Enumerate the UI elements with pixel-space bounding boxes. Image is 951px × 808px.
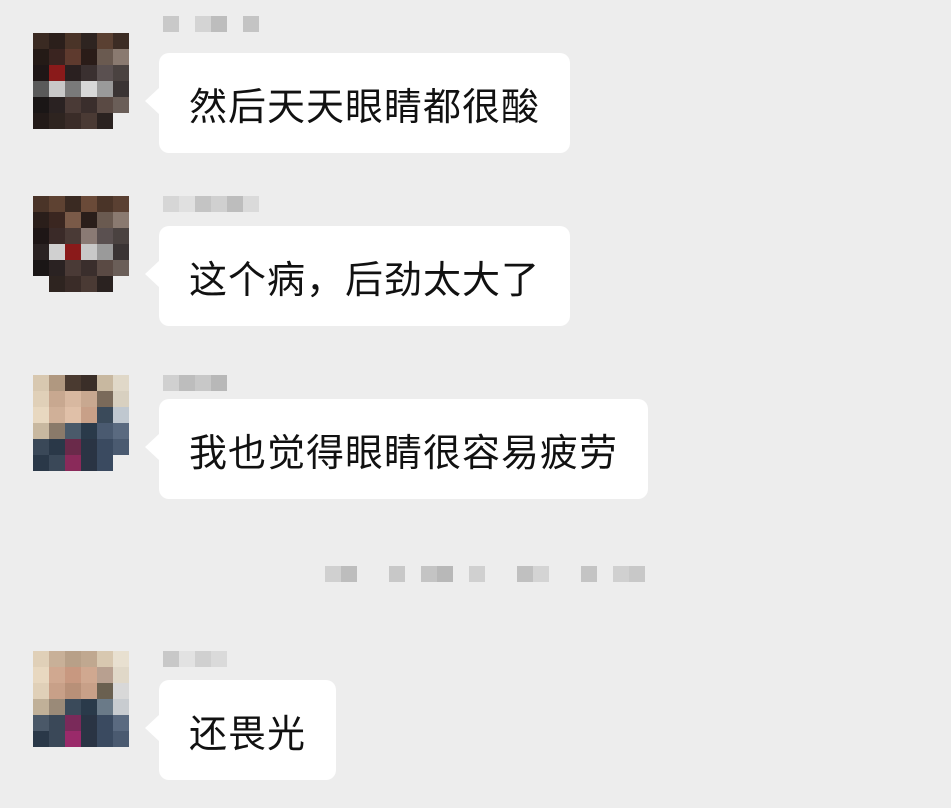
sender-name-pixelated bbox=[163, 196, 259, 212]
message-bubble[interactable]: 还畏光 bbox=[144, 680, 337, 780]
avatar[interactable] bbox=[33, 33, 129, 129]
system-notice-pixelated bbox=[325, 566, 645, 582]
sender-name-pixelated bbox=[163, 651, 227, 667]
message-bubble[interactable]: 然后天天眼睛都很酸 bbox=[144, 53, 571, 153]
avatar[interactable] bbox=[33, 375, 129, 471]
chat-window: 然后天天眼睛都很酸 这个病，后劲太大了 我也觉得眼睛很容易疲劳 还畏光 bbox=[0, 0, 951, 808]
sender-name-pixelated bbox=[163, 16, 259, 32]
avatar[interactable] bbox=[33, 651, 129, 747]
sender-name-pixelated bbox=[163, 375, 227, 391]
message-bubble[interactable]: 这个病，后劲太大了 bbox=[144, 226, 571, 326]
avatar[interactable] bbox=[33, 196, 129, 292]
message-bubble[interactable]: 我也觉得眼睛很容易疲劳 bbox=[144, 399, 649, 499]
